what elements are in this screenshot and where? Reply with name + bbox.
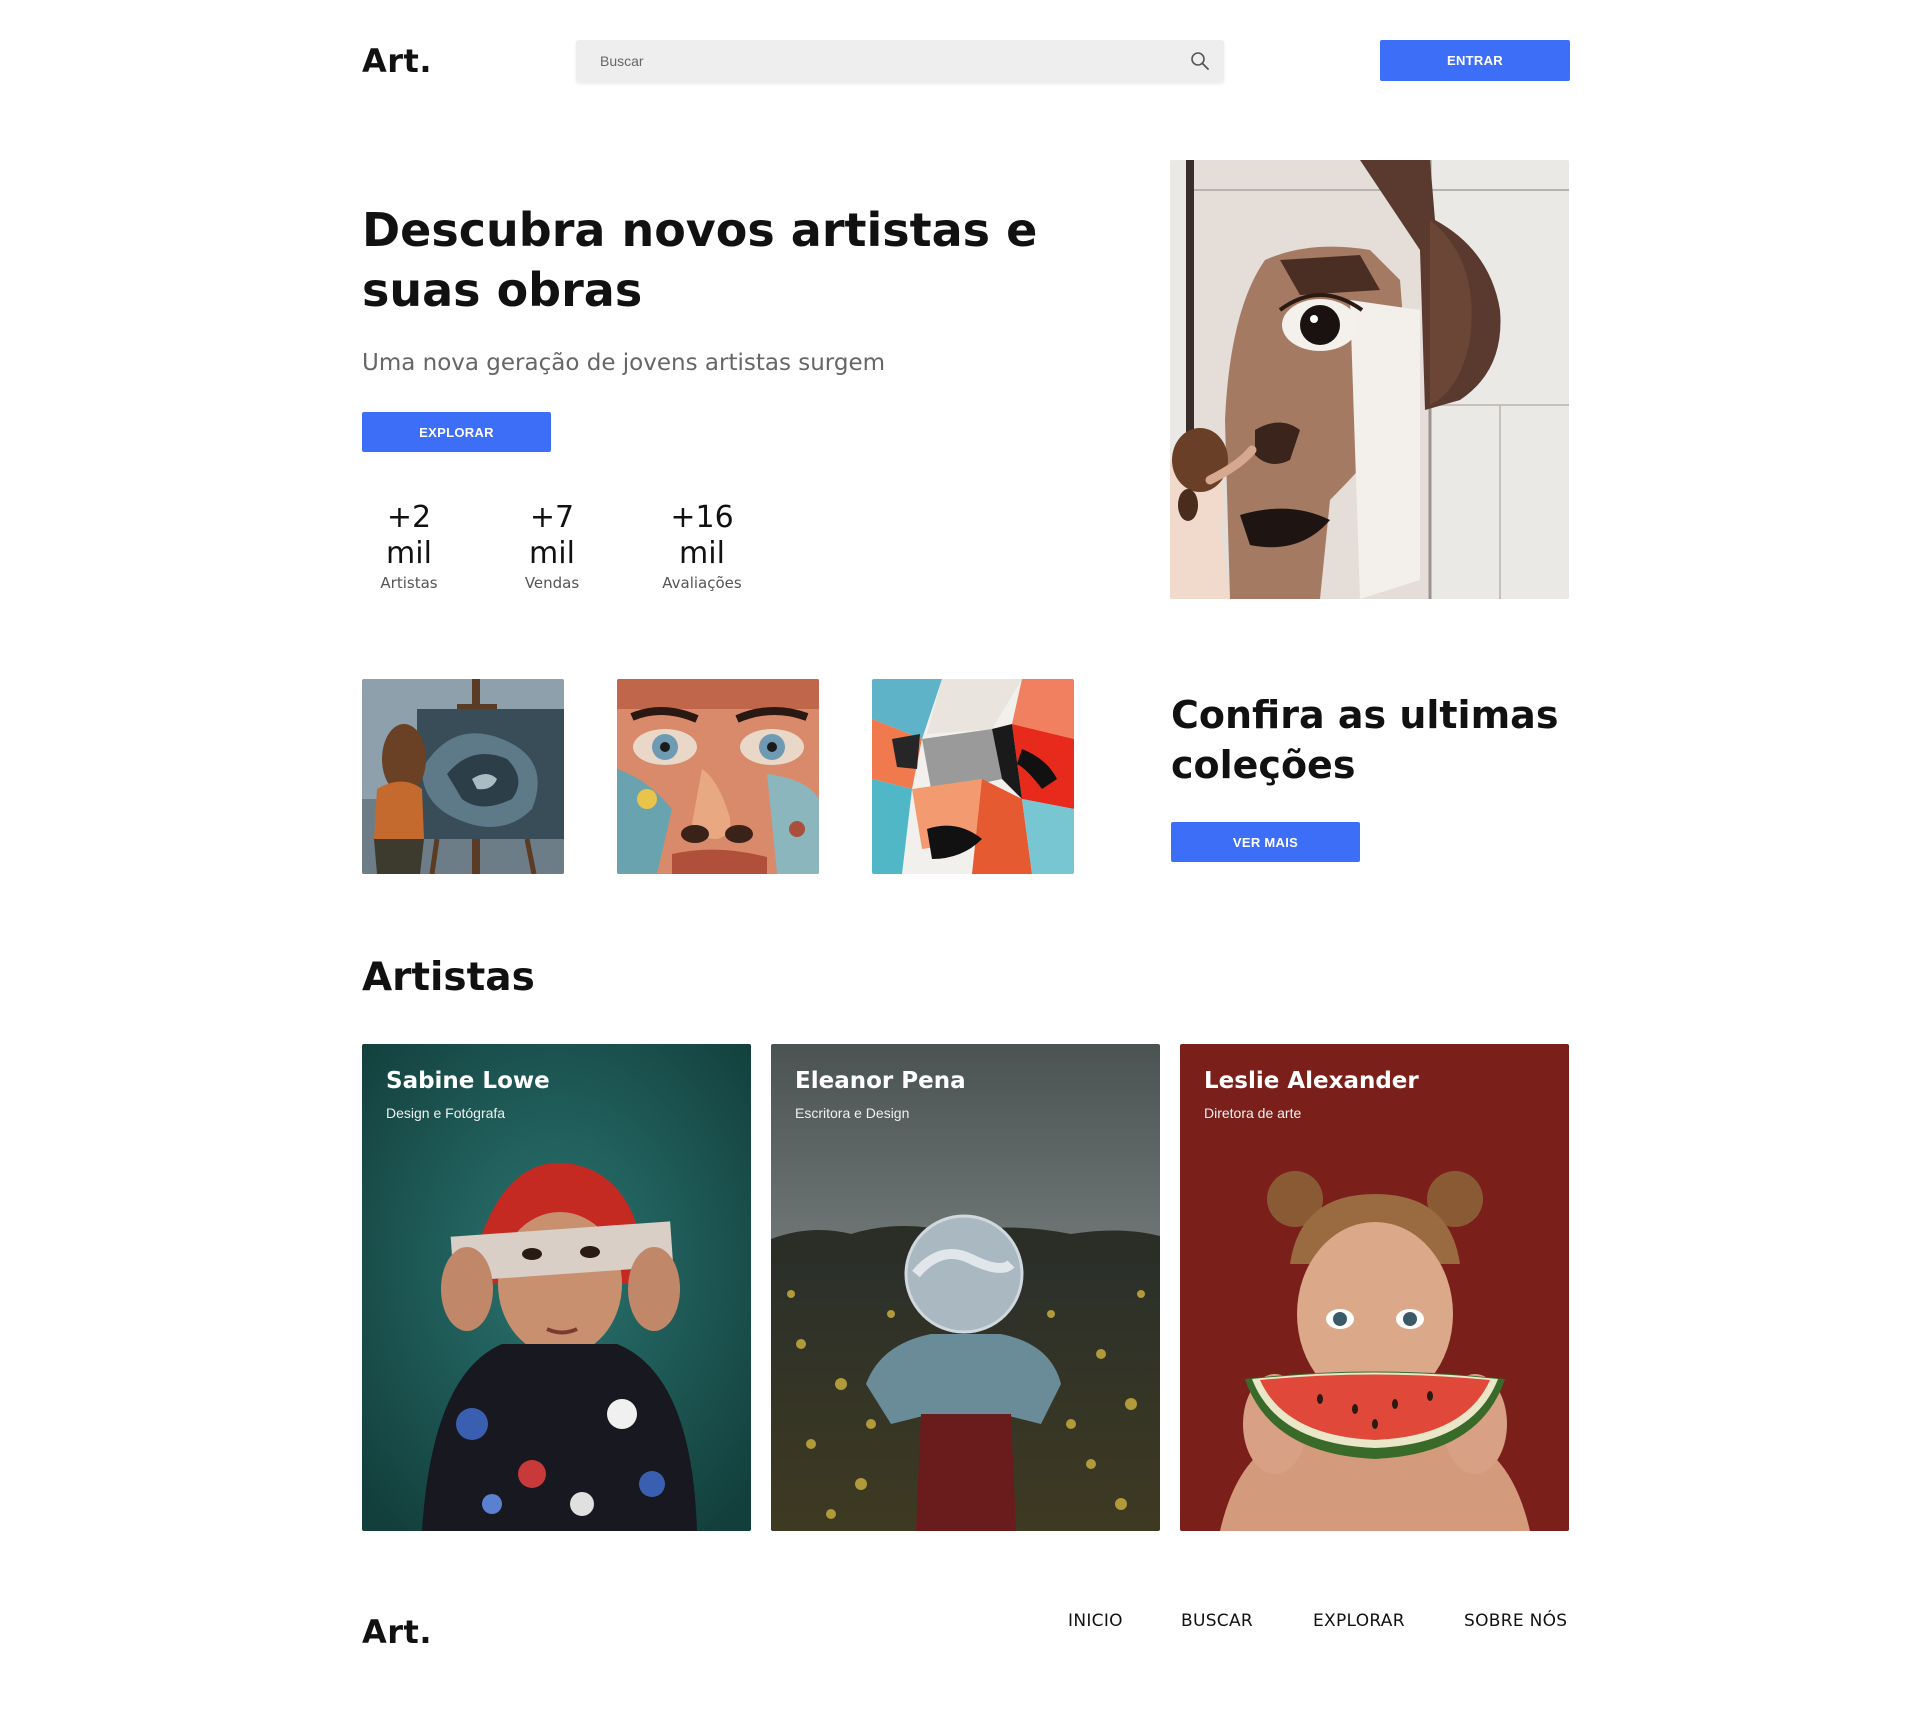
collection-thumb-face-mural[interactable] xyxy=(617,679,819,874)
explore-button[interactable]: EXPLORAR xyxy=(362,412,551,452)
hero-title: Descubra novos artistas e suas obras xyxy=(362,203,1038,317)
nav-link-home[interactable]: INICIO xyxy=(1068,1611,1123,1631)
hero-subtitle: Uma nova geração de jovens artistas surg… xyxy=(362,350,886,376)
login-button[interactable]: ENTRAR xyxy=(1380,40,1570,81)
collections-title: Confira as ultimas coleções xyxy=(1171,693,1559,787)
artist-card[interactable]: Leslie Alexander Diretora de arte xyxy=(1180,1044,1569,1531)
artist-role: Escritora e Design xyxy=(795,1105,910,1121)
nav-link-search[interactable]: BUSCAR xyxy=(1181,1611,1253,1631)
stat-label: Vendas xyxy=(524,574,580,592)
collection-thumb-abstract[interactable] xyxy=(872,679,1074,874)
see-more-button[interactable]: VER MAIS xyxy=(1171,822,1360,862)
artists-title: Artistas xyxy=(362,955,535,1000)
logo[interactable]: Art. xyxy=(362,42,432,80)
artist-card[interactable]: Eleanor Pena Escritora e Design xyxy=(771,1044,1160,1531)
stat-value: +16 mil xyxy=(670,500,734,571)
search-bar[interactable] xyxy=(576,40,1224,82)
artist-name: Leslie Alexander xyxy=(1204,1068,1419,1094)
artist-name: Eleanor Pena xyxy=(795,1068,966,1094)
stat-label: Avaliações xyxy=(662,574,742,592)
stat-label: Artistas xyxy=(380,574,438,592)
stat-value: +2 mil xyxy=(386,500,432,571)
search-icon[interactable] xyxy=(1190,51,1210,71)
stat-sales: +7 mil Vendas xyxy=(505,500,599,592)
artist-role: Design e Fotógrafa xyxy=(386,1105,506,1121)
search-input[interactable] xyxy=(576,40,1166,82)
nav-link-explore[interactable]: EXPLORAR xyxy=(1313,1611,1405,1631)
footer-logo[interactable]: Art. xyxy=(362,1613,432,1651)
artist-card[interactable]: Sabine Lowe Design e Fotógrafa xyxy=(362,1044,751,1531)
nav-link-about[interactable]: SOBRE NÓS xyxy=(1464,1611,1567,1631)
artist-name: Sabine Lowe xyxy=(386,1068,550,1094)
stat-artists: +2 mil Artistas xyxy=(362,500,456,592)
collection-thumb-painter[interactable] xyxy=(362,679,564,874)
hero-image xyxy=(1170,160,1569,599)
stat-value: +7 mil xyxy=(529,500,575,571)
stat-reviews: +16 mil Avaliações xyxy=(646,500,758,592)
artist-role: Diretora de arte xyxy=(1204,1105,1302,1121)
